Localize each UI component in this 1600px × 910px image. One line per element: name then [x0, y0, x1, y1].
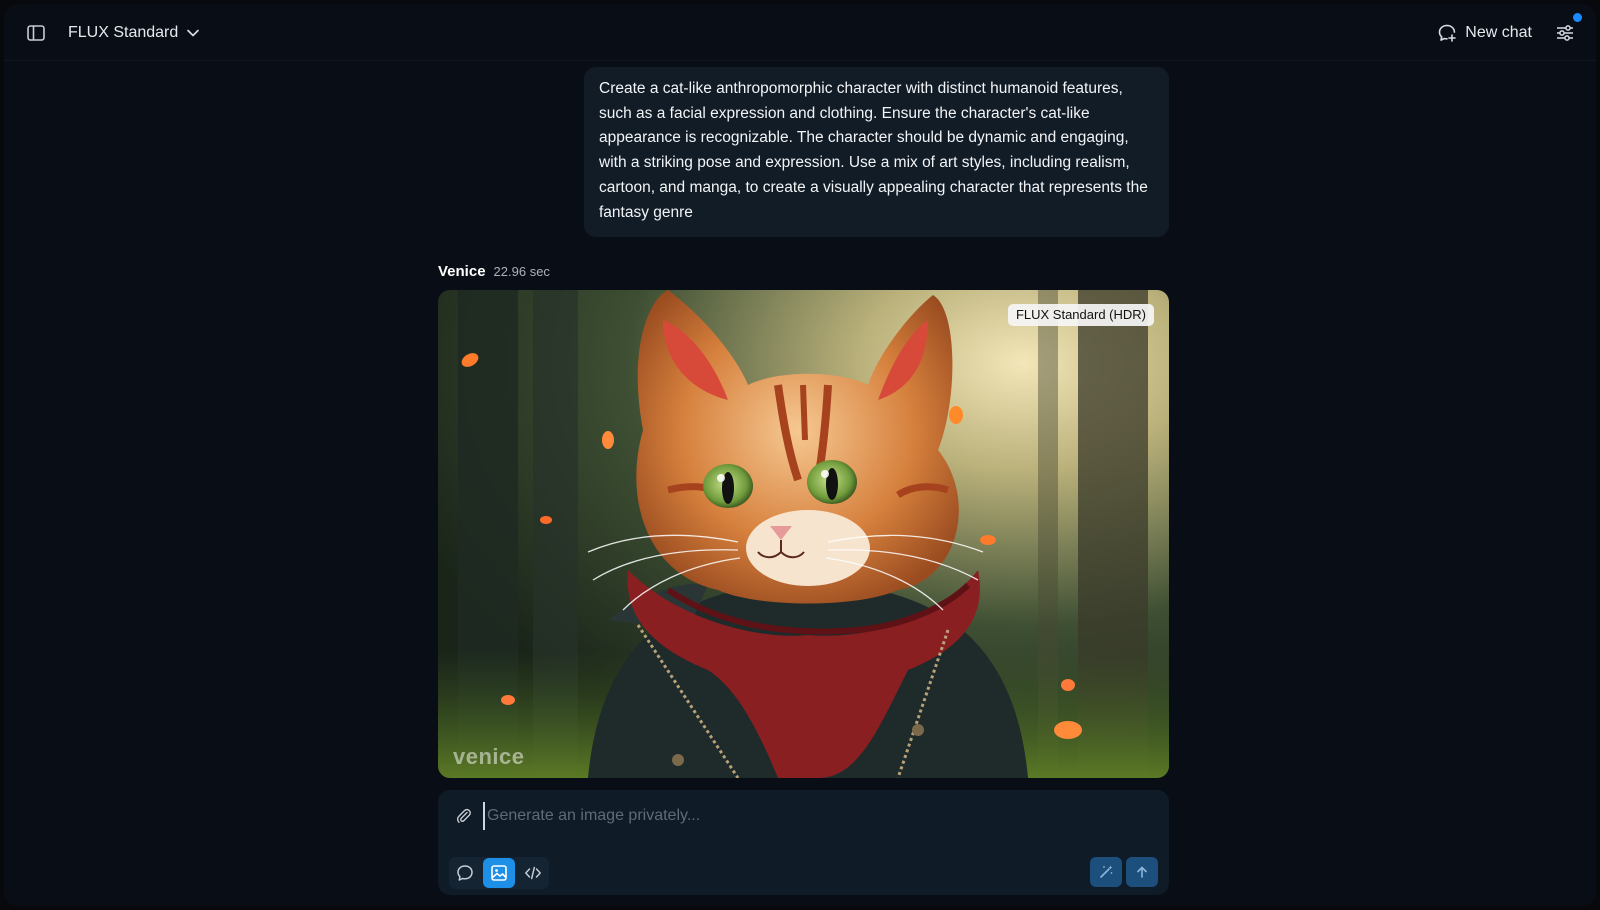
user-message: Create a cat-like anthropomorphic charac… — [584, 67, 1169, 238]
model-selector[interactable]: FLUX Standard — [68, 21, 200, 45]
mode-switcher — [449, 857, 549, 889]
generated-image[interactable]: FLUX Standard (HDR) venice — [438, 290, 1169, 778]
sidebar-icon — [27, 25, 45, 41]
assistant-name: Venice — [438, 263, 486, 280]
magic-wand-icon — [1100, 865, 1113, 878]
chevron-down-icon — [187, 29, 200, 37]
send-button[interactable] — [1126, 857, 1158, 887]
mode-code-button[interactable] — [517, 858, 549, 888]
top-bar: FLUX Standard New chat — [4, 4, 1596, 61]
enhance-prompt-button[interactable] — [1090, 857, 1122, 887]
mode-image-button[interactable] — [483, 858, 515, 888]
sliders-icon — [1557, 25, 1573, 41]
model-badge: FLUX Standard (HDR) — [1007, 304, 1154, 326]
notification-dot — [1573, 13, 1582, 22]
new-chat-icon — [1438, 24, 1457, 42]
composer — [438, 790, 1169, 895]
code-icon — [525, 866, 541, 880]
attach-button[interactable] — [454, 806, 474, 826]
model-selector-label: FLUX Standard — [68, 24, 179, 41]
generated-image-artwork — [438, 290, 1169, 778]
image-icon — [491, 865, 507, 881]
app-window: FLUX Standard New chat Create a cat-like… — [4, 4, 1596, 906]
sidebar-toggle-button[interactable] — [25, 22, 47, 44]
settings-button[interactable] — [1554, 22, 1576, 44]
chat-bubble-icon — [457, 865, 473, 881]
mode-chat-button[interactable] — [449, 858, 481, 888]
new-chat-label: New chat — [1465, 24, 1532, 41]
response-time: 22.96 sec — [493, 264, 550, 279]
watermark: venice — [453, 744, 525, 769]
paperclip-icon — [456, 808, 471, 823]
arrow-up-icon — [1137, 866, 1147, 878]
new-chat-button[interactable]: New chat — [1437, 20, 1532, 46]
prompt-input[interactable] — [483, 802, 1129, 830]
response-header: Venice 22.96 sec — [438, 263, 550, 285]
